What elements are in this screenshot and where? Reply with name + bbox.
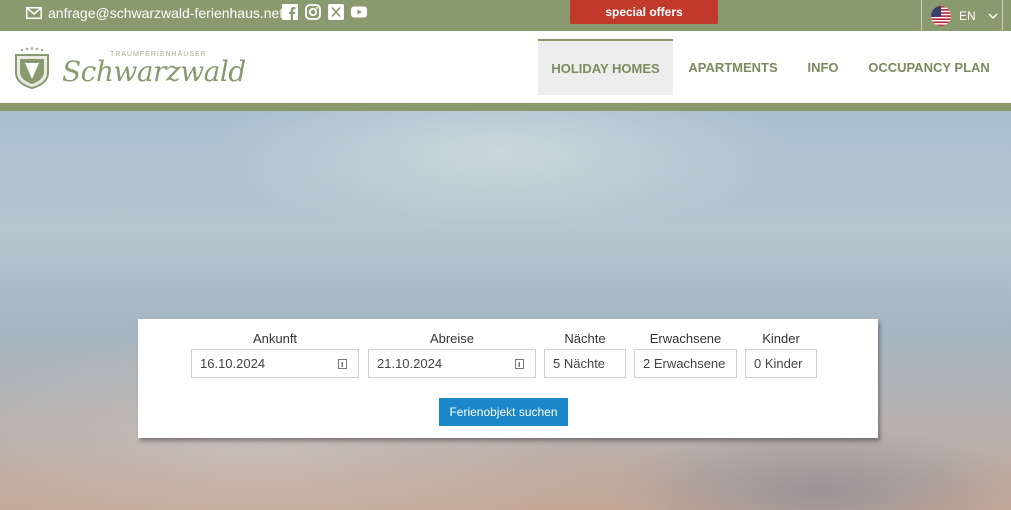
children-select[interactable]: 0 Kinder — [745, 349, 817, 378]
arrival-date-input[interactable]: 16.10.2024 — [191, 349, 359, 378]
us-flag-icon — [931, 5, 951, 26]
mail-icon — [26, 7, 42, 19]
x-icon[interactable] — [328, 4, 344, 20]
hero-image — [0, 111, 1011, 510]
nav-item-occupancy-plan[interactable]: OCCUPANCY PLAN — [864, 39, 994, 95]
social-links — [282, 4, 367, 20]
nights-label: Nächte — [564, 331, 606, 346]
children-label: Kinder — [762, 331, 800, 346]
header-divider — [0, 103, 1011, 111]
adults-label: Erwachsene — [649, 331, 722, 346]
instagram-icon[interactable] — [305, 4, 321, 20]
top-bar: anfrage@schwarzwald-ferienhaus.net speci… — [0, 0, 1011, 31]
departure-date-input[interactable]: 21.10.2024 — [368, 349, 536, 378]
site-logo[interactable]: TRAUMFERIENHÄUSER Schwarzwald — [12, 45, 246, 89]
nav-item-holiday-homes[interactable]: HOLIDAY HOMES — [538, 39, 673, 95]
email-text: anfrage@schwarzwald-ferienhaus.net — [48, 5, 284, 21]
email-link[interactable]: anfrage@schwarzwald-ferienhaus.net — [26, 5, 283, 21]
logo-brand: Schwarzwald — [62, 55, 246, 88]
nav-item-info[interactable]: INFO — [800, 39, 846, 95]
language-selector[interactable]: EN — [921, 0, 1003, 31]
nav-item-apartments[interactable]: APARTMENTS — [684, 39, 782, 95]
departure-date-value: 21.10.2024 — [377, 356, 443, 371]
arrival-date-value: 16.10.2024 — [200, 356, 266, 371]
language-code: EN — [959, 8, 976, 23]
booking-search-form: Ankunft 16.10.2024 Abreise 21.10.2024 Nä… — [138, 319, 878, 438]
chevron-down-icon — [988, 13, 998, 19]
calendar-icon — [515, 359, 524, 369]
children-value: 0 Kinder — [754, 356, 803, 371]
special-offers-button[interactable]: special offers — [570, 0, 718, 24]
nights-value: 5 Nächte — [553, 356, 606, 371]
logo-emblem-icon — [15, 47, 49, 89]
departure-label: Abreise — [429, 331, 475, 346]
arrival-label: Ankunft — [252, 331, 298, 346]
search-submit-button[interactable]: Ferienobjekt suchen — [439, 398, 568, 426]
logo-wordmark: TRAUMFERIENHÄUSER Schwarzwald — [62, 47, 246, 88]
youtube-icon[interactable] — [351, 4, 367, 20]
nights-select[interactable]: 5 Nächte — [544, 349, 626, 378]
facebook-icon[interactable] — [282, 4, 298, 20]
site-header: TRAUMFERIENHÄUSER Schwarzwald HOLIDAY HO… — [0, 31, 1011, 103]
adults-select[interactable]: 2 Erwachsene — [634, 349, 737, 378]
adults-value: 2 Erwachsene — [643, 356, 726, 371]
calendar-icon — [338, 359, 347, 369]
